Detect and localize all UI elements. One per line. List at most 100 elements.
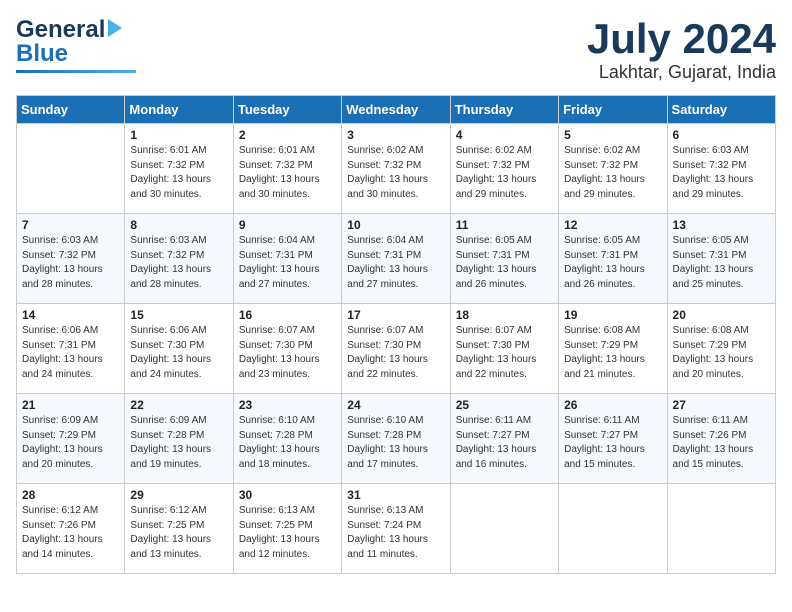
day-number: 7 — [22, 218, 119, 232]
day-info: Sunrise: 6:07 AM Sunset: 7:30 PM Dayligh… — [239, 324, 336, 382]
day-info: Sunrise: 6:12 AM Sunset: 7:25 PM Dayligh… — [130, 504, 227, 562]
page-subtitle: Lakhtar, Gujarat, India — [587, 62, 776, 83]
calendar-cell: 27 Sunrise: 6:11 AM Sunset: 7:26 PM Dayli… — [667, 394, 775, 484]
day-info: Sunrise: 6:09 AM Sunset: 7:29 PM Dayligh… — [22, 414, 119, 472]
day-number: 11 — [456, 218, 553, 232]
day-number: 15 — [130, 308, 227, 322]
calendar-cell: 8 Sunrise: 6:03 AM Sunset: 7:32 PM Daylig… — [125, 214, 233, 304]
day-number: 30 — [239, 488, 336, 502]
day-info: Sunrise: 6:05 AM Sunset: 7:31 PM Dayligh… — [673, 234, 770, 292]
day-info: Sunrise: 6:07 AM Sunset: 7:30 PM Dayligh… — [456, 324, 553, 382]
calendar-cell: 14 Sunrise: 6:06 AM Sunset: 7:31 PM Dayli… — [17, 304, 125, 394]
day-info: Sunrise: 6:12 AM Sunset: 7:26 PM Dayligh… — [22, 504, 119, 562]
day-info: Sunrise: 6:06 AM Sunset: 7:30 PM Dayligh… — [130, 324, 227, 382]
day-number: 16 — [239, 308, 336, 322]
calendar-cell: 10Sunrise: 6:04 AM Sunset: 7:31 PM Dayli… — [342, 214, 450, 304]
calendar-cell: 16 Sunrise: 6:07 AM Sunset: 7:30 PM Dayli… — [233, 304, 341, 394]
day-info: Sunrise: 6:10 AM Sunset: 7:28 PM Dayligh… — [239, 414, 336, 472]
calendar-header-row: SundayMondayTuesdayWednesdayThursdayFrid… — [17, 96, 776, 124]
calendar-cell: 3 Sunrise: 6:02 AM Sunset: 7:32 PM Daylig… — [342, 124, 450, 214]
logo-arrow-icon — [108, 19, 130, 42]
day-info: Sunrise: 6:04 AM Sunset: 7:31 PM Dayligh… — [347, 234, 444, 292]
column-header-sunday: Sunday — [17, 96, 125, 124]
week-row-5: 28 Sunrise: 6:12 AM Sunset: 7:26 PM Dayli… — [17, 484, 776, 574]
day-info: Sunrise: 6:13 AM Sunset: 7:25 PM Dayligh… — [239, 504, 336, 562]
day-number: 27 — [673, 398, 770, 412]
calendar-cell: 29Sunrise: 6:12 AM Sunset: 7:25 PM Dayli… — [125, 484, 233, 574]
calendar-cell: 30 Sunrise: 6:13 AM Sunset: 7:25 PM Dayli… — [233, 484, 341, 574]
column-header-monday: Monday — [125, 96, 233, 124]
column-header-friday: Friday — [559, 96, 667, 124]
page-header: General Blue July 2024 Lakhtar, Gujarat,… — [16, 16, 776, 83]
column-header-tuesday: Tuesday — [233, 96, 341, 124]
calendar-cell: 25 Sunrise: 6:11 AM Sunset: 7:27 PM Dayli… — [450, 394, 558, 484]
logo-blue: Blue — [16, 40, 68, 68]
calendar-cell: 15 Sunrise: 6:06 AM Sunset: 7:30 PM Dayli… — [125, 304, 233, 394]
calendar-cell: 19Sunrise: 6:08 AM Sunset: 7:29 PM Dayli… — [559, 304, 667, 394]
day-number: 28 — [22, 488, 119, 502]
calendar-cell: 21Sunrise: 6:09 AM Sunset: 7:29 PM Dayli… — [17, 394, 125, 484]
calendar-cell: 20 Sunrise: 6:08 AM Sunset: 7:29 PM Dayli… — [667, 304, 775, 394]
day-info: Sunrise: 6:02 AM Sunset: 7:32 PM Dayligh… — [456, 144, 553, 202]
calendar-cell: 6 Sunrise: 6:03 AM Sunset: 7:32 PM Daylig… — [667, 124, 775, 214]
calendar-cell: 31 Sunrise: 6:13 AM Sunset: 7:24 PM Dayli… — [342, 484, 450, 574]
day-number: 18 — [456, 308, 553, 322]
day-info: Sunrise: 6:05 AM Sunset: 7:31 PM Dayligh… — [564, 234, 661, 292]
calendar-cell: 17Sunrise: 6:07 AM Sunset: 7:30 PM Dayli… — [342, 304, 450, 394]
calendar-cell: 9Sunrise: 6:04 AM Sunset: 7:31 PM Daylig… — [233, 214, 341, 304]
column-header-wednesday: Wednesday — [342, 96, 450, 124]
day-number: 25 — [456, 398, 553, 412]
calendar-cell — [667, 484, 775, 574]
calendar-cell: 1 Sunrise: 6:01 AM Sunset: 7:32 PM Daylig… — [125, 124, 233, 214]
day-number: 22 — [130, 398, 227, 412]
day-info: Sunrise: 6:11 AM Sunset: 7:27 PM Dayligh… — [456, 414, 553, 472]
calendar-cell: 26 Sunrise: 6:11 AM Sunset: 7:27 PM Dayli… — [559, 394, 667, 484]
day-info: Sunrise: 6:09 AM Sunset: 7:28 PM Dayligh… — [130, 414, 227, 472]
calendar-cell: 13Sunrise: 6:05 AM Sunset: 7:31 PM Dayli… — [667, 214, 775, 304]
day-number: 1 — [130, 128, 227, 142]
week-row-1: 1 Sunrise: 6:01 AM Sunset: 7:32 PM Daylig… — [17, 124, 776, 214]
calendar-cell: 28 Sunrise: 6:12 AM Sunset: 7:26 PM Dayli… — [17, 484, 125, 574]
column-header-saturday: Saturday — [667, 96, 775, 124]
day-info: Sunrise: 6:05 AM Sunset: 7:31 PM Dayligh… — [456, 234, 553, 292]
calendar-cell: 7 Sunrise: 6:03 AM Sunset: 7:32 PM Daylig… — [17, 214, 125, 304]
day-number: 6 — [673, 128, 770, 142]
day-number: 2 — [239, 128, 336, 142]
day-number: 31 — [347, 488, 444, 502]
day-info: Sunrise: 6:13 AM Sunset: 7:24 PM Dayligh… — [347, 504, 444, 562]
day-info: Sunrise: 6:08 AM Sunset: 7:29 PM Dayligh… — [673, 324, 770, 382]
day-info: Sunrise: 6:11 AM Sunset: 7:26 PM Dayligh… — [673, 414, 770, 472]
day-number: 3 — [347, 128, 444, 142]
day-info: Sunrise: 6:03 AM Sunset: 7:32 PM Dayligh… — [673, 144, 770, 202]
day-info: Sunrise: 6:03 AM Sunset: 7:32 PM Dayligh… — [22, 234, 119, 292]
day-number: 23 — [239, 398, 336, 412]
calendar-cell: 4 Sunrise: 6:02 AM Sunset: 7:32 PM Daylig… — [450, 124, 558, 214]
day-info: Sunrise: 6:06 AM Sunset: 7:31 PM Dayligh… — [22, 324, 119, 382]
day-number: 8 — [130, 218, 227, 232]
day-info: Sunrise: 6:07 AM Sunset: 7:30 PM Dayligh… — [347, 324, 444, 382]
day-number: 26 — [564, 398, 661, 412]
title-area: July 2024 Lakhtar, Gujarat, India — [587, 16, 776, 83]
day-info: Sunrise: 6:01 AM Sunset: 7:32 PM Dayligh… — [239, 144, 336, 202]
logo-underline — [16, 70, 136, 73]
day-info: Sunrise: 6:03 AM Sunset: 7:32 PM Dayligh… — [130, 234, 227, 292]
calendar-cell: 5Sunrise: 6:02 AM Sunset: 7:32 PM Daylig… — [559, 124, 667, 214]
calendar-cell: 22 Sunrise: 6:09 AM Sunset: 7:28 PM Dayli… — [125, 394, 233, 484]
day-number: 9 — [239, 218, 336, 232]
day-number: 20 — [673, 308, 770, 322]
day-number: 19 — [564, 308, 661, 322]
day-number: 12 — [564, 218, 661, 232]
calendar-cell: 18 Sunrise: 6:07 AM Sunset: 7:30 PM Dayli… — [450, 304, 558, 394]
day-number: 14 — [22, 308, 119, 322]
calendar-cell — [559, 484, 667, 574]
column-header-thursday: Thursday — [450, 96, 558, 124]
day-number: 4 — [456, 128, 553, 142]
calendar-cell: 12 Sunrise: 6:05 AM Sunset: 7:31 PM Dayli… — [559, 214, 667, 304]
calendar-cell: 2 Sunrise: 6:01 AM Sunset: 7:32 PM Daylig… — [233, 124, 341, 214]
day-info: Sunrise: 6:11 AM Sunset: 7:27 PM Dayligh… — [564, 414, 661, 472]
page-title: July 2024 — [587, 16, 776, 62]
day-info: Sunrise: 6:02 AM Sunset: 7:32 PM Dayligh… — [564, 144, 661, 202]
day-info: Sunrise: 6:02 AM Sunset: 7:32 PM Dayligh… — [347, 144, 444, 202]
day-info: Sunrise: 6:10 AM Sunset: 7:28 PM Dayligh… — [347, 414, 444, 472]
day-info: Sunrise: 6:01 AM Sunset: 7:32 PM Dayligh… — [130, 144, 227, 202]
